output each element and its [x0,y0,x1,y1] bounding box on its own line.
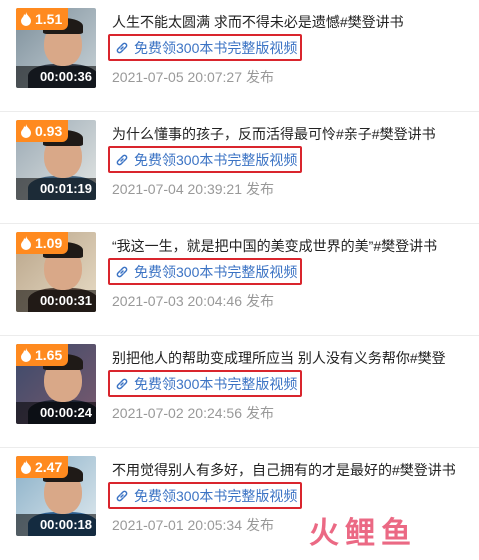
publish-label: 发布 [246,293,274,309]
free-video-link[interactable]: 免费领300本书完整版视频 [108,34,302,61]
link-label: 免费领300本书完整版视频 [134,151,298,168]
publish-label: 发布 [246,69,274,85]
video-title[interactable]: “我这一生，就是把中国的美变成世界的美”#樊登讲书 [112,236,472,256]
heat-value: 1.51 [35,11,63,27]
link-icon [116,490,128,501]
watermark-text: 火鲤鱼 [309,517,417,550]
list-item[interactable]: 1.51 00:00:36 人生不能太圆满 求而不得未必是遗憾#樊登讲书 免费领… [0,0,479,112]
list-item[interactable]: 1.65 00:00:24 别把他人的帮助变成理所应当 别人没有义务帮你#樊登 … [0,336,479,448]
publish-date: 2021-07-03 20:04:46 发布 [112,291,274,311]
link-icon [116,42,128,53]
date-value: 2021-07-04 20:39:21 [112,181,242,197]
publish-date: 2021-07-01 20:05:34 发布 [112,515,274,535]
publish-label: 发布 [246,181,274,197]
link-label: 免费领300本书完整版视频 [134,39,298,56]
heat-value: 1.09 [35,235,63,251]
publish-date: 2021-07-02 20:24:56 发布 [112,403,274,423]
free-video-link[interactable]: 免费领300本书完整版视频 [108,370,302,397]
link-icon [116,378,128,389]
heat-badge: 0.93 [16,120,69,142]
video-duration: 00:00:18 [16,514,96,536]
video-title[interactable]: 别把他人的帮助变成理所应当 别人没有义务帮你#樊登 [112,348,472,368]
flame-icon [21,460,31,474]
video-duration: 00:00:36 [16,66,96,88]
link-label: 免费领300本书完整版视频 [134,263,298,280]
link-label: 免费领300本书完整版视频 [134,487,298,504]
video-thumbnail[interactable]: 1.09 00:00:31 [16,232,96,312]
video-thumbnail[interactable]: 0.93 00:01:19 [16,120,96,200]
flame-icon [21,12,31,26]
heat-badge: 1.65 [16,344,69,366]
publish-date: 2021-07-05 20:07:27 发布 [112,67,274,87]
heat-badge: 1.09 [16,232,69,254]
video-title[interactable]: 人生不能太圆满 求而不得未必是遗憾#樊登讲书 [112,12,472,32]
video-duration: 00:00:24 [16,402,96,424]
list-item[interactable]: 0.93 00:01:19 为什么懂事的孩子，反而活得最可怜#亲子#樊登讲书 免… [0,112,479,224]
free-video-link[interactable]: 免费领300本书完整版视频 [108,482,302,509]
flame-icon [21,124,31,138]
free-video-link[interactable]: 免费领300本书完整版视频 [108,146,302,173]
video-duration: 00:00:31 [16,290,96,312]
flame-icon [21,236,31,250]
video-duration: 00:01:19 [16,178,96,200]
video-title[interactable]: 为什么懂事的孩子，反而活得最可怜#亲子#樊登讲书 [112,124,472,144]
link-label: 免费领300本书完整版视频 [134,375,298,392]
video-thumbnail[interactable]: 1.65 00:00:24 [16,344,96,424]
heat-badge: 2.47 [16,456,69,478]
heat-value: 1.65 [35,347,63,363]
publish-label: 发布 [246,517,274,533]
watermark-logo: 火鲤鱼 [309,510,469,550]
heat-value: 2.47 [35,459,63,475]
free-video-link[interactable]: 免费领300本书完整版视频 [108,258,302,285]
flame-icon [21,348,31,362]
video-title[interactable]: 不用觉得别人有多好，自己拥有的才是最好的#樊登讲书 [112,460,472,480]
date-value: 2021-07-03 20:04:46 [112,293,242,309]
list-item[interactable]: 1.09 00:00:31 “我这一生，就是把中国的美变成世界的美”#樊登讲书 … [0,224,479,336]
publish-date: 2021-07-04 20:39:21 发布 [112,179,274,199]
video-thumbnail[interactable]: 2.47 00:00:18 [16,456,96,536]
date-value: 2021-07-01 20:05:34 [112,517,242,533]
heat-value: 0.93 [35,123,63,139]
date-value: 2021-07-05 20:07:27 [112,69,242,85]
publish-label: 发布 [246,405,274,421]
link-icon [116,266,128,277]
heat-badge: 1.51 [16,8,69,30]
video-thumbnail[interactable]: 1.51 00:00:36 [16,8,96,88]
link-icon [116,154,128,165]
date-value: 2021-07-02 20:24:56 [112,405,242,421]
